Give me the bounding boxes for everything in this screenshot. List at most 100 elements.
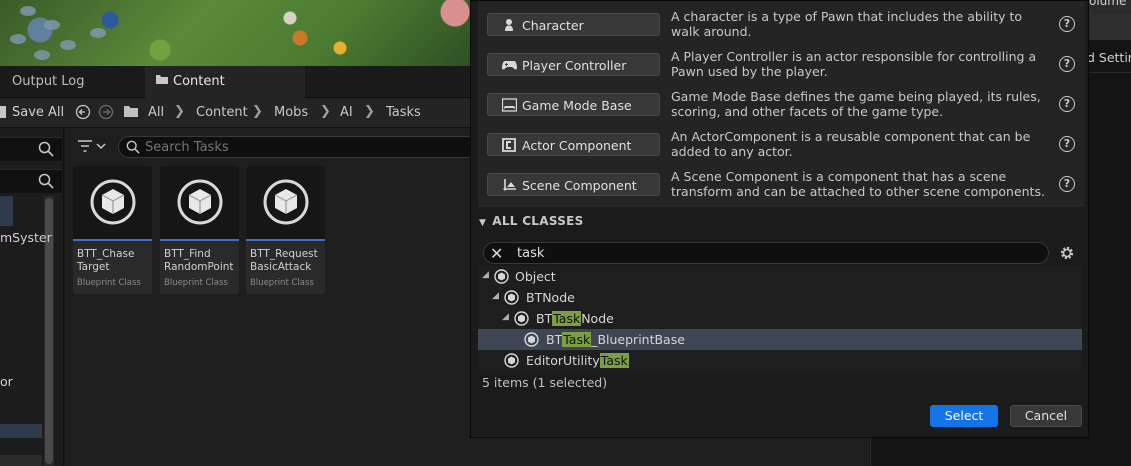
tree-node-bttasknode[interactable]: ◢ BTTaskNode bbox=[478, 308, 1082, 329]
chevron-right-icon[interactable]: ❯ bbox=[252, 104, 263, 119]
expand-arrow-icon[interactable]: ◢ bbox=[502, 312, 509, 322]
select-button[interactable]: Select bbox=[930, 405, 998, 427]
class-filter-field[interactable]: ✕ bbox=[483, 242, 1049, 264]
asset-tile[interactable]: BTT_Chase Target Blueprint Class bbox=[73, 166, 152, 294]
filter-bar bbox=[65, 136, 478, 160]
class-label: Actor Component bbox=[522, 138, 632, 153]
help-icon[interactable]: ? bbox=[1059, 176, 1075, 192]
details-panel-partial: olume d Setting bbox=[1089, 0, 1131, 466]
folder-row[interactable] bbox=[0, 455, 42, 466]
class-label: Character bbox=[522, 18, 584, 33]
player-controller-class-button[interactable]: Player Controller bbox=[487, 53, 660, 76]
common-classes-list: Character A character is a type of Pawn … bbox=[478, 1, 1085, 207]
character-class-button[interactable]: Character bbox=[487, 13, 660, 36]
common-class-row: Scene Component A Scene Component is a c… bbox=[478, 169, 1085, 209]
content-browser-toolbar: Save All All ❯ Content ❯ Mobs ❯ AI ❯ Tas… bbox=[0, 98, 470, 128]
blueprint-class-icon bbox=[90, 179, 136, 225]
selected-folder-row[interactable] bbox=[0, 196, 13, 226]
asset-type: Blueprint Class bbox=[164, 278, 228, 288]
scene-component-class-button[interactable]: Scene Component bbox=[487, 173, 660, 196]
expand-arrow-icon[interactable]: ◢ bbox=[492, 291, 499, 301]
class-icon bbox=[504, 290, 519, 305]
game-mode-icon bbox=[501, 98, 518, 112]
breadcrumb-ai[interactable]: AI bbox=[340, 105, 353, 120]
common-class-row: Actor Component An ActorComponent is a r… bbox=[478, 129, 1085, 169]
class-label: Player Controller bbox=[522, 58, 627, 73]
folder-icon bbox=[123, 105, 139, 122]
class-description: A Scene Component is a component that ha… bbox=[671, 169, 1045, 199]
chevron-right-icon[interactable]: ❯ bbox=[174, 104, 185, 119]
chevron-down-icon[interactable] bbox=[96, 140, 106, 154]
asset-name: BTT_Find RandomPoint bbox=[164, 248, 234, 273]
help-icon[interactable]: ? bbox=[1059, 56, 1075, 72]
folder-item-partial[interactable]: mSyster bbox=[0, 230, 52, 245]
class-filter-input[interactable] bbox=[517, 245, 1017, 261]
help-icon[interactable]: ? bbox=[1059, 96, 1075, 112]
tree-node-editorutilitytask[interactable]: EditorUtilityTask bbox=[478, 350, 1082, 371]
save-icon bbox=[0, 106, 8, 122]
sources-search[interactable] bbox=[0, 137, 62, 161]
tab-content-browser[interactable]: Content Browser✕ bbox=[145, 66, 305, 120]
viewport-detail bbox=[90, 28, 106, 38]
game-mode-base-class-button[interactable]: Game Mode Base bbox=[487, 93, 660, 116]
panel-tab-bar: Output Log Content Browser✕ bbox=[0, 66, 470, 120]
folder-item-partial[interactable]: or bbox=[0, 374, 13, 389]
common-class-row: Character A character is a type of Pawn … bbox=[478, 9, 1085, 49]
level-viewport[interactable] bbox=[0, 0, 470, 66]
search-match-highlight: Task bbox=[552, 311, 582, 326]
asset-tile[interactable]: BTT_Find RandomPoint Blueprint Class bbox=[160, 166, 239, 294]
chevron-right-icon[interactable]: ❯ bbox=[364, 104, 375, 119]
selected-folder-row[interactable] bbox=[0, 424, 42, 438]
tab-output-log[interactable]: Output Log bbox=[2, 66, 95, 98]
breadcrumb-mobs[interactable]: Mobs bbox=[274, 105, 308, 120]
class-icon bbox=[504, 353, 519, 368]
character-icon bbox=[502, 18, 516, 32]
actor-component-class-button[interactable]: Actor Component bbox=[487, 133, 660, 156]
folder-search[interactable] bbox=[0, 169, 62, 193]
chevron-right-icon[interactable]: ❯ bbox=[320, 104, 331, 119]
cancel-button[interactable]: Cancel bbox=[1010, 405, 1082, 427]
sources-panel: mSyster or bbox=[0, 128, 64, 466]
asset-name: BTT_Request BasicAttack bbox=[250, 248, 318, 273]
collapse-triangle-icon: ▼ bbox=[479, 218, 487, 228]
back-icon[interactable] bbox=[75, 104, 91, 124]
asset-tile[interactable]: BTT_Request BasicAttack Blueprint Class bbox=[246, 166, 325, 294]
asset-thumbnail bbox=[246, 166, 325, 241]
search-input[interactable] bbox=[145, 139, 465, 155]
filter-icon[interactable] bbox=[77, 139, 93, 156]
class-name: BTTask_BlueprintBase bbox=[546, 332, 685, 347]
viewport-detail bbox=[44, 20, 60, 30]
search-icon bbox=[38, 173, 54, 192]
viewport-detail bbox=[20, 6, 36, 16]
forward-icon[interactable] bbox=[98, 104, 114, 124]
tree-node-btnode[interactable]: ◢ BTNode bbox=[478, 287, 1082, 308]
class-description: A character is a type of Pawn that inclu… bbox=[671, 9, 1023, 39]
divider bbox=[1089, 72, 1131, 73]
panel-field[interactable] bbox=[1089, 14, 1131, 40]
class-label: Game Mode Base bbox=[522, 98, 632, 113]
gear-icon[interactable] bbox=[1058, 244, 1076, 262]
help-icon[interactable]: ? bbox=[1059, 136, 1075, 152]
asset-name: BTT_Chase Target bbox=[77, 248, 135, 273]
class-name: EditorUtilityTask bbox=[526, 353, 629, 368]
viewport-detail bbox=[10, 34, 26, 44]
breadcrumb-tasks[interactable]: Tasks bbox=[386, 105, 421, 120]
search-assets-field[interactable] bbox=[118, 136, 478, 158]
settings-tab-partial[interactable]: d Setting bbox=[1089, 50, 1131, 65]
help-icon[interactable]: ? bbox=[1059, 16, 1075, 32]
tree-node-bttask-blueprintbase[interactable]: BTTask_BlueprintBase bbox=[478, 329, 1082, 350]
clear-search-icon[interactable]: ✕ bbox=[490, 244, 503, 263]
blueprint-class-icon bbox=[263, 179, 309, 225]
breadcrumb-all[interactable]: All bbox=[148, 105, 164, 120]
class-icon bbox=[524, 332, 539, 347]
search-match-highlight: Task bbox=[562, 332, 592, 347]
tree-node-object[interactable]: ◢ Object bbox=[478, 266, 1082, 287]
save-all-button[interactable]: Save All bbox=[0, 105, 64, 122]
expand-arrow-icon[interactable]: ◢ bbox=[482, 270, 489, 280]
viewport-detail bbox=[34, 50, 50, 60]
all-classes-header[interactable]: ▼ ALL CLASSES bbox=[479, 214, 584, 228]
save-all-label: Save All bbox=[12, 105, 65, 120]
class-label: Scene Component bbox=[522, 178, 637, 193]
breadcrumb-content[interactable]: Content bbox=[196, 105, 248, 120]
class-name: Object bbox=[515, 269, 556, 284]
